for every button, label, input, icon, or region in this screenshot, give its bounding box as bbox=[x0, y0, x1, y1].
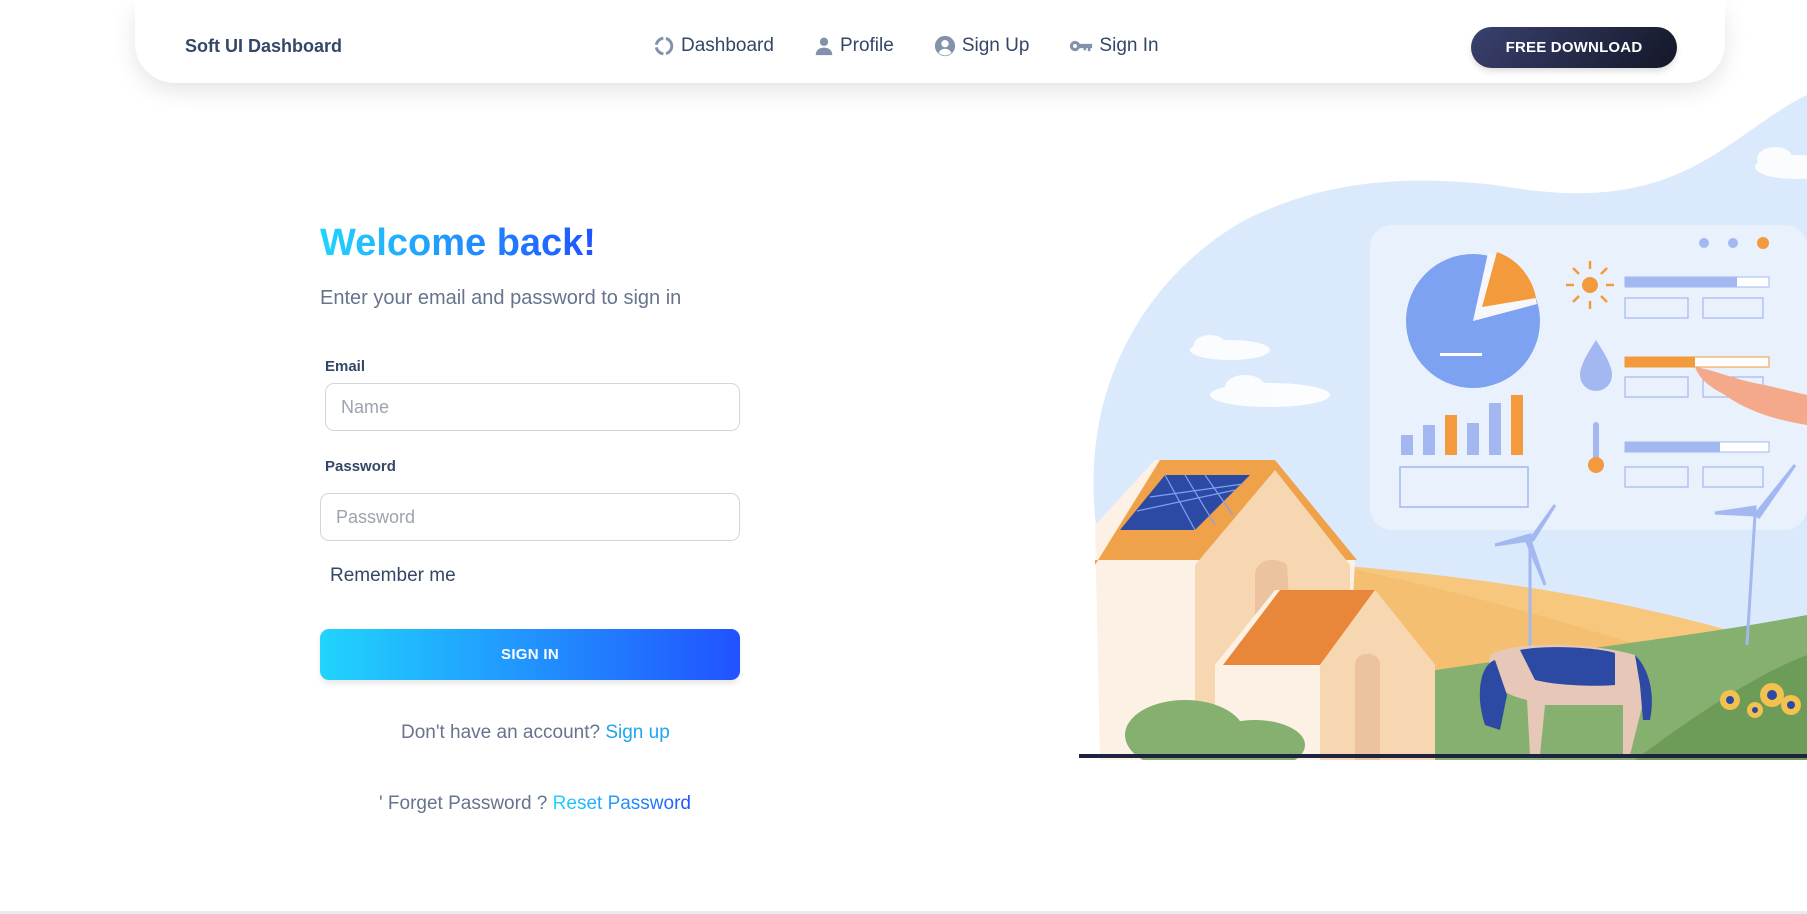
sign-up-link[interactable]: Sign up bbox=[605, 722, 669, 743]
user-circle-icon bbox=[934, 35, 955, 57]
smart-farm-illustration bbox=[1079, 95, 1807, 760]
remember-me-toggle[interactable]: Remember me bbox=[330, 565, 456, 587]
free-download-button[interactable]: FREE DOWNLOAD bbox=[1471, 27, 1677, 68]
top-navbar: Soft UI Dashboard Dashboard Profile Sign… bbox=[135, 0, 1725, 83]
page-subtitle: Enter your email and password to sign in bbox=[320, 287, 682, 309]
password-field[interactable] bbox=[320, 493, 740, 541]
email-field[interactable] bbox=[325, 383, 740, 431]
sign-in-button[interactable]: SIGN IN bbox=[320, 629, 740, 680]
nav-label-sign-up: Sign Up bbox=[961, 35, 1030, 56]
dashboard-icon bbox=[654, 36, 674, 56]
user-icon bbox=[815, 37, 833, 56]
reset-prompt: ' Forget Password ? Reset Password bbox=[379, 793, 691, 815]
no-account-text: Don't have an account? bbox=[401, 722, 601, 743]
nav-label-dashboard: Dashboard bbox=[681, 35, 774, 56]
brand-title[interactable]: Soft UI Dashboard bbox=[185, 36, 342, 57]
nav-label-profile: Profile bbox=[839, 35, 894, 56]
password-label: Password bbox=[325, 458, 396, 475]
nav-item-sign-in[interactable]: Sign In bbox=[1069, 35, 1159, 57]
nav-label-sign-in: Sign In bbox=[1099, 35, 1159, 56]
nav-item-sign-up[interactable]: Sign Up bbox=[934, 35, 1030, 57]
reset-password-link[interactable]: Reset Password bbox=[553, 793, 691, 814]
page-title: Welcome back! bbox=[320, 222, 596, 264]
email-label: Email bbox=[325, 358, 366, 375]
nav-item-dashboard[interactable]: Dashboard bbox=[653, 35, 774, 57]
signup-prompt: Don't have an account? Sign up bbox=[401, 722, 670, 744]
key-icon bbox=[1070, 40, 1093, 52]
forget-password-text: ' Forget Password ? bbox=[379, 793, 548, 814]
nav-item-profile[interactable]: Profile bbox=[814, 35, 894, 57]
nav-links: Dashboard Profile Sign Up Sign In bbox=[653, 35, 1199, 57]
